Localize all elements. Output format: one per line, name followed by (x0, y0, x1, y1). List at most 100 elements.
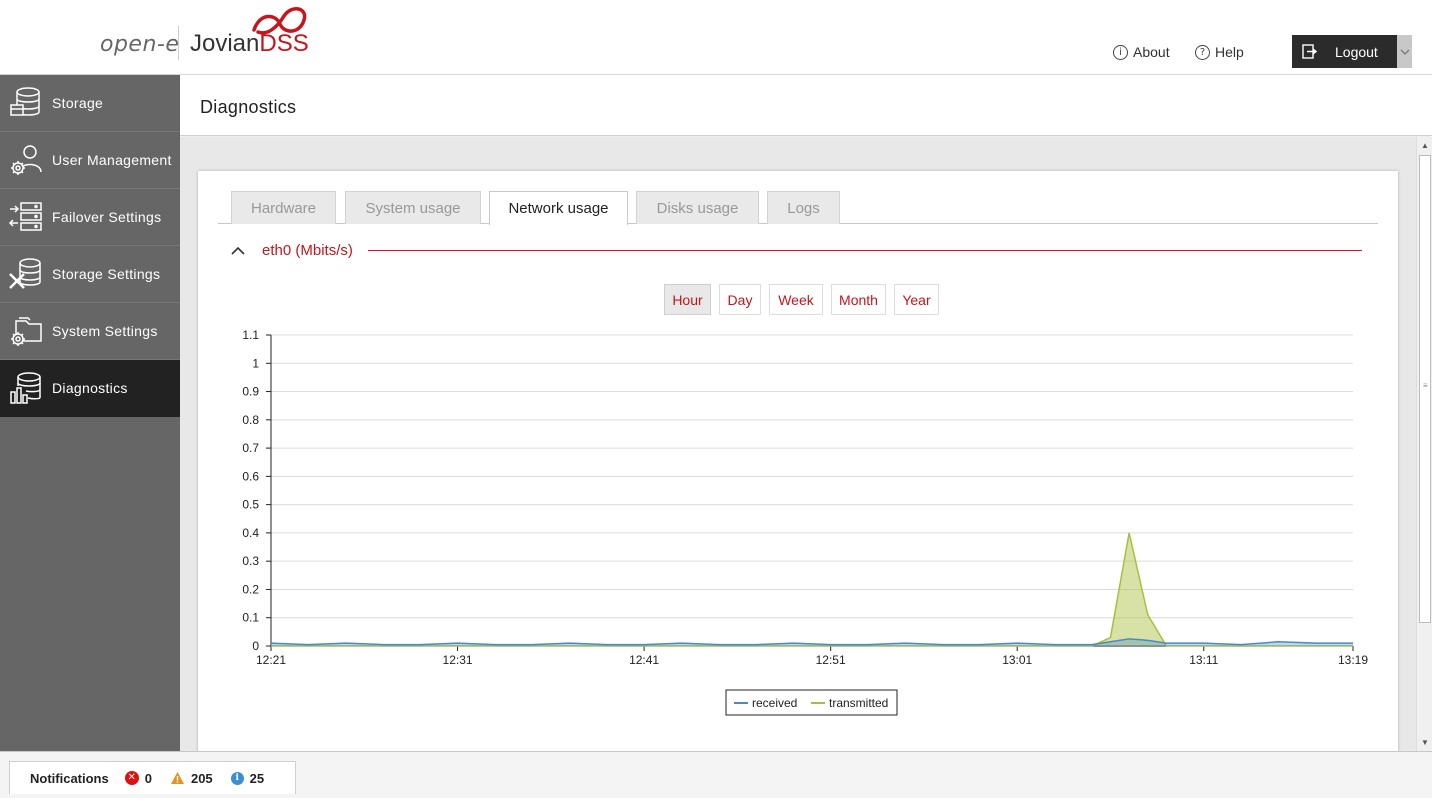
warning-icon (170, 772, 184, 784)
sidebar-item-storage[interactable]: Storage (0, 75, 180, 132)
sidebar-item-storage-settings[interactable]: Storage Settings (0, 246, 180, 303)
network-usage-chart: 1.1 1 0.9 0.8 0.7 0.6 0.5 0.4 0.3 0.2 0.1 012:21 12:… (242, 328, 1368, 716)
y-tick-label: 0.7 (242, 441, 259, 455)
scroll-down-arrow-icon[interactable]: ▼ (1421, 738, 1429, 747)
sidebar-item-label: Failover Settings (52, 209, 162, 225)
tab-bar: Hardware System usage Network usage Disk… (218, 191, 1378, 225)
tab-label: Hardware (250, 199, 317, 217)
tab-label: Network usage (508, 200, 609, 217)
x-tick-label: 12:51 (816, 653, 846, 667)
logo-swoosh-icon (252, 7, 307, 35)
sidebar-item-label: Storage Settings (52, 266, 161, 282)
logo-divider (178, 26, 179, 60)
about-label: About (1133, 44, 1170, 60)
sidebar: Storage User Management Failover Setting… (0, 75, 180, 751)
legend-label: received (752, 696, 797, 710)
x-tick-label: 12:41 (629, 653, 659, 667)
sidebar-item-user-management[interactable]: User Management (0, 132, 180, 189)
storage-icon (10, 87, 40, 116)
sidebar-item-label: User Management (52, 152, 172, 168)
scrollbar-grip-icon: ≡ (1423, 381, 1428, 390)
eth0-section-header: eth0 (Mbits/s) (228, 239, 1362, 263)
y-tick-label: 1 (252, 356, 259, 370)
y-tick-label: 0 (252, 639, 259, 653)
section-title: eth0 (Mbits/s) (262, 242, 353, 259)
notifications-bar: Notifications ✕ 0 205 i 25 (0, 751, 1432, 798)
logo[interactable]: open-e JovianDSS (100, 7, 320, 65)
tab-system-usage[interactable]: System usage (345, 191, 481, 224)
notifications-summary[interactable]: Notifications ✕ 0 205 i 25 (9, 761, 296, 794)
sidebar-item-failover-settings[interactable]: Failover Settings (0, 189, 180, 246)
y-tick-label: 0.6 (242, 469, 259, 483)
tab-hardware[interactable]: Hardware (231, 191, 336, 224)
logo-brand-name: Jovian (190, 30, 260, 57)
y-tick-label: 0.3 (242, 554, 259, 568)
logout-icon (1302, 44, 1317, 59)
range-year-button[interactable]: Year (894, 284, 939, 315)
folder-gear-icon (11, 317, 42, 346)
logout-button[interactable]: Logout (1292, 35, 1397, 68)
series-line-received (270, 638, 1353, 646)
app-root: open-e JovianDSS i About ? Help Logout S… (0, 0, 1432, 798)
section-divider (368, 250, 1362, 251)
warning-count[interactable]: 205 (170, 771, 213, 786)
tab-logs[interactable]: Logs (767, 191, 840, 224)
range-week-button[interactable]: Week (769, 284, 823, 315)
sidebar-item-diagnostics[interactable]: Diagnostics (0, 360, 180, 417)
tab-label: Disks usage (656, 199, 739, 217)
sidebar-item-label: Storage (52, 95, 104, 111)
diagnostics-panel: Hardware System usage Network usage Disk… (198, 171, 1398, 761)
diagnostics-icon (10, 372, 41, 404)
page-title: Diagnostics (200, 97, 297, 117)
y-tick-label: 0.5 (242, 498, 259, 512)
sidebar-item-label: System Settings (52, 323, 158, 339)
help-link[interactable]: ? Help (1195, 44, 1244, 60)
warning-count-value: 205 (190, 770, 213, 786)
logout-dropdown-toggle[interactable] (1397, 35, 1412, 68)
notifications-label: Notifications (30, 770, 109, 786)
x-tick-label: 12:21 (256, 653, 286, 667)
range-day-button[interactable]: Day (719, 284, 761, 315)
content-area: Hardware System usage Network usage Disk… (180, 137, 1416, 761)
tab-label: System usage (365, 199, 461, 217)
logo-open-e: open-e (100, 32, 180, 57)
top-header: open-e JovianDSS i About ? Help Logout (0, 0, 1432, 75)
x-tick-label: 13:11 (1189, 653, 1218, 667)
x-tick-label: 13:01 (1002, 653, 1032, 667)
error-icon: ✕ (124, 771, 139, 785)
tab-network-usage[interactable]: Network usage (489, 191, 628, 225)
range-month-button[interactable]: Month (831, 284, 886, 315)
sidebar-item-label: Diagnostics (52, 380, 128, 396)
x-tick-label: 12:31 (443, 653, 473, 667)
question-circle-icon: ? (1195, 44, 1210, 60)
scrollbar-thumb[interactable]: ≡ (1419, 155, 1431, 623)
page-title-bar: Diagnostics (180, 75, 1432, 136)
x-tick-label: 13:19 (1338, 653, 1368, 667)
page-scrollbar[interactable]: ▲ ≡ ▼ (1416, 137, 1432, 751)
user-gear-icon (11, 145, 42, 175)
y-tick-label: 0.2 (242, 582, 259, 596)
help-label: Help (1215, 44, 1244, 60)
y-tick-label: 0.9 (242, 385, 259, 399)
tab-disks-usage[interactable]: Disks usage (636, 191, 759, 224)
chevron-up-icon[interactable] (228, 241, 248, 261)
error-count-value: 0 (144, 770, 152, 786)
sidebar-item-system-settings[interactable]: System Settings (0, 303, 180, 360)
info-count[interactable]: i 25 (230, 770, 265, 786)
storage-tools-icon (9, 258, 41, 289)
error-count[interactable]: ✕ 0 (124, 770, 152, 786)
y-tick-label: 0.1 (242, 611, 259, 625)
about-link[interactable]: i About (1113, 44, 1170, 60)
info-count-value: 25 (249, 770, 265, 786)
y-tick-label: 1.1 (242, 328, 259, 342)
failover-icon (8, 202, 42, 231)
scroll-up-arrow-icon[interactable]: ▲ (1421, 141, 1429, 150)
logout-label: Logout (1335, 43, 1378, 60)
y-tick-label: 0.8 (242, 413, 259, 427)
y-tick-label: 0.4 (242, 526, 259, 540)
info-icon: i (230, 771, 244, 785)
range-hour-button[interactable]: Hour (664, 284, 711, 315)
chevron-down-icon (1400, 49, 1409, 55)
info-circle-icon: i (1113, 44, 1128, 60)
legend-label: transmitted (829, 696, 888, 710)
